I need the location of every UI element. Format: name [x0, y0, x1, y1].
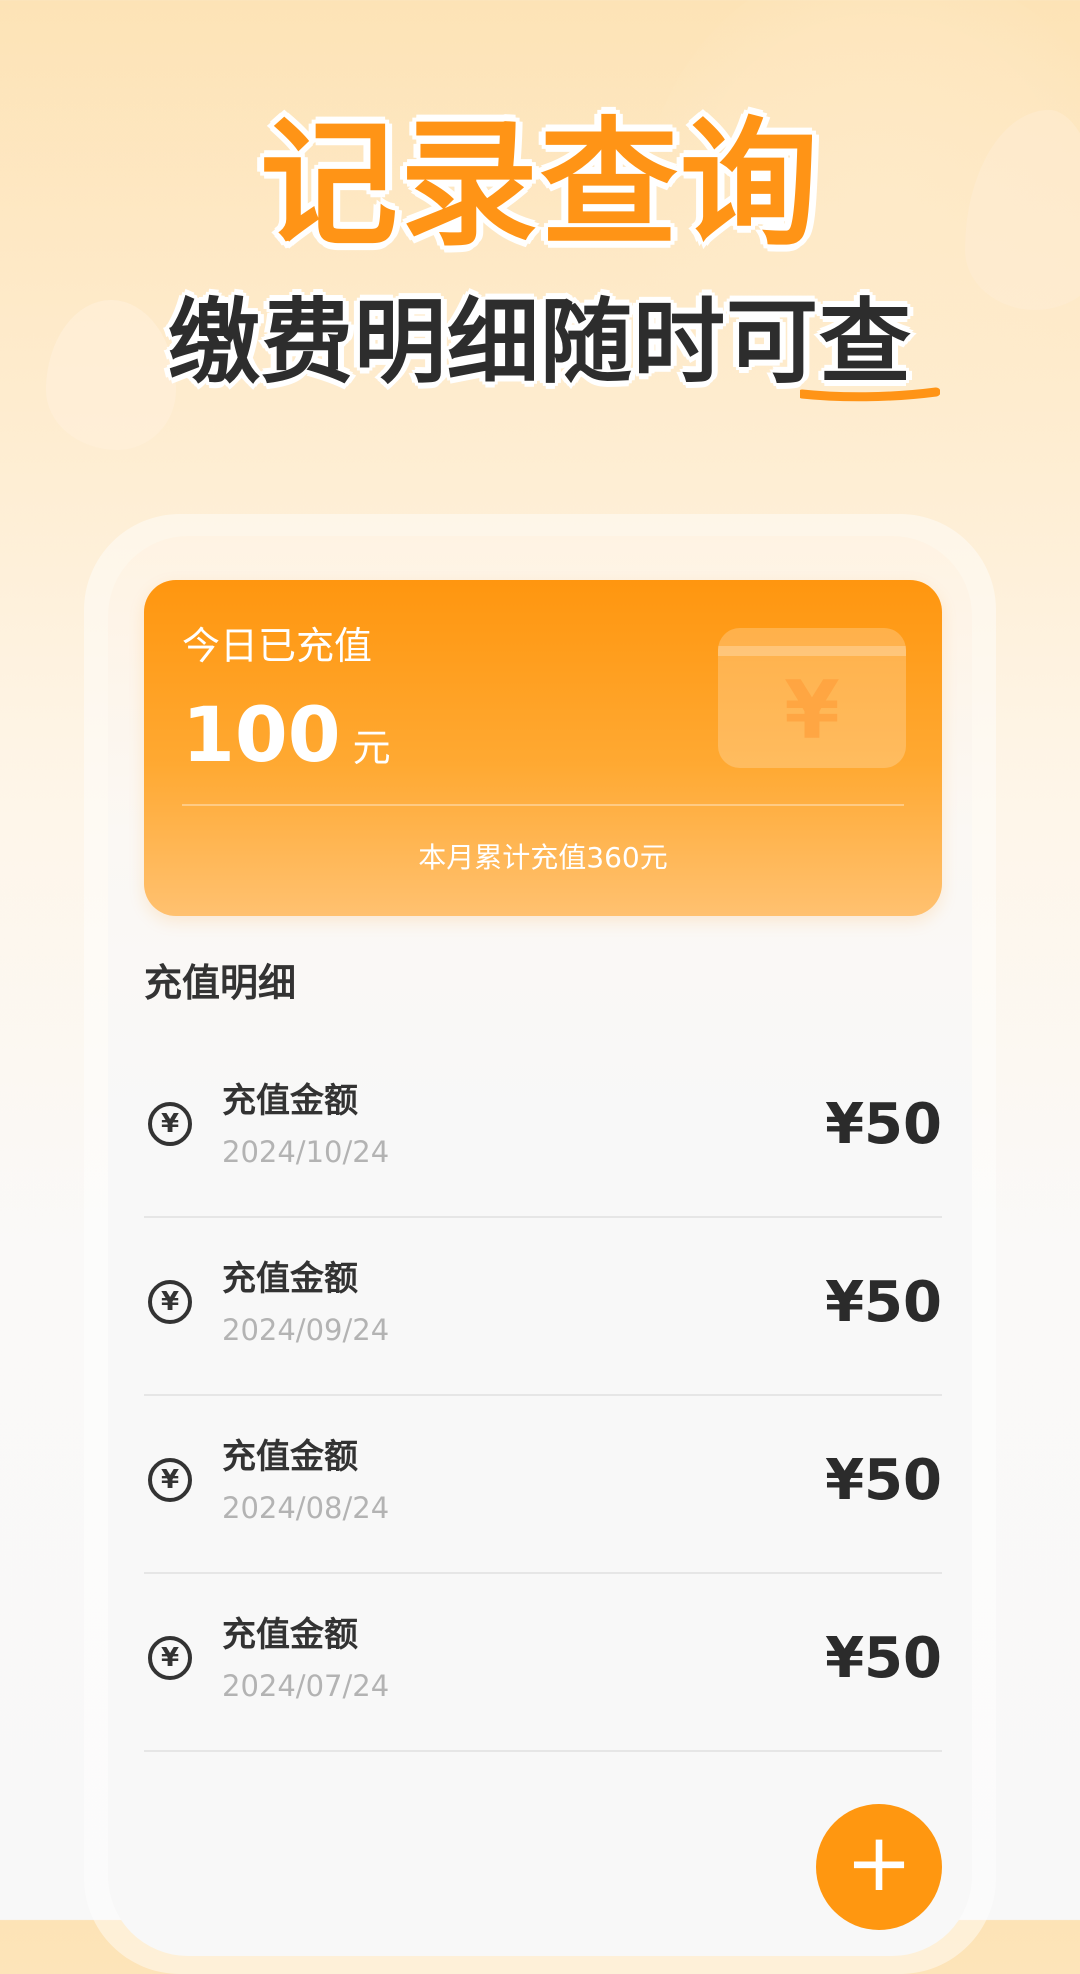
yen-coin-icon: ¥	[148, 1102, 192, 1146]
record-amount: ¥50	[825, 1626, 942, 1691]
record-date: 2024/09/24	[222, 1313, 390, 1347]
record-amount: ¥50	[825, 1092, 942, 1157]
record-date: 2024/07/24	[222, 1669, 390, 1703]
list-item[interactable]: ¥ 充值金额 2024/07/24 ¥50	[144, 1574, 942, 1752]
add-button[interactable]: +	[816, 1804, 942, 1930]
list-item[interactable]: ¥ 充值金额 2024/09/24 ¥50	[144, 1218, 942, 1396]
record-title: 充值金额	[222, 1259, 358, 1299]
record-title: 充值金额	[222, 1081, 358, 1121]
record-date: 2024/10/24	[222, 1135, 390, 1169]
wallet-band	[718, 646, 906, 656]
record-amount: ¥50	[825, 1448, 942, 1513]
record-divider	[144, 1750, 942, 1752]
wallet-icon: ¥	[718, 628, 906, 768]
yen-coin-icon: ¥	[148, 1280, 192, 1324]
record-title: 充值金额	[222, 1615, 358, 1655]
record-title: 充值金额	[222, 1437, 358, 1477]
today-recharge-amount-row: 100 元	[182, 690, 391, 780]
list-item[interactable]: ¥ 充值金额 2024/08/24 ¥50	[144, 1396, 942, 1574]
record-date: 2024/08/24	[222, 1491, 390, 1525]
brush-underline-decoration	[800, 387, 940, 402]
today-recharge-unit: 元	[352, 726, 391, 770]
hero-title: 记录查询	[259, 104, 820, 265]
list-item[interactable]: ¥ 充值金额 2024/10/24 ¥50	[144, 1040, 942, 1218]
today-recharge-card: 今日已充值 100 元 ¥ 本月累计充值360元	[144, 580, 942, 916]
today-recharge-label: 今日已充值	[182, 624, 373, 668]
today-recharge-amount: 100	[182, 690, 341, 779]
card-divider	[182, 804, 904, 806]
plus-icon: +	[845, 1816, 913, 1909]
recharge-details-title: 充值明细	[144, 961, 297, 1005]
record-amount: ¥50	[825, 1270, 942, 1335]
yen-coin-icon: ¥	[148, 1636, 192, 1680]
wallet-yen-symbol: ¥	[784, 664, 840, 757]
monthly-total-text: 本月累计充值360元	[418, 841, 668, 874]
yen-coin-icon: ¥	[148, 1458, 192, 1502]
